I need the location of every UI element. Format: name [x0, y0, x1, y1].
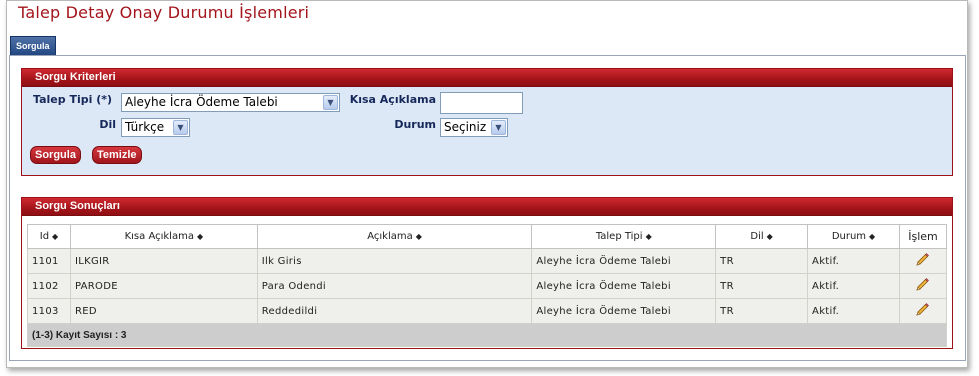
table-row[interactable]: 1101 ILKGIR Ilk Giris Aleyhe İcra Ödeme …: [27, 248, 948, 274]
sort-icon[interactable]: ◆: [869, 232, 875, 241]
cell-durum: Aktif.: [807, 273, 900, 299]
results-header: Sorgu Sonuçları: [22, 198, 952, 216]
column-header-islem: İşlem: [898, 224, 948, 249]
table-footer-row: (1-3) Kayıt Sayısı : 3: [27, 323, 947, 347]
results-table: Id ◆ Kısa Açıklama ◆ Açıklama ◆ Talep Tipi ◆…: [27, 224, 948, 347]
sort-icon[interactable]: ◆: [52, 232, 58, 241]
cell-aciklama: Para Odendi: [256, 273, 533, 299]
column-header-durum[interactable]: Durum ◆: [807, 224, 900, 249]
table-row[interactable]: 1102 PARODE Para Odendi Aleyhe İcra Ödem…: [27, 273, 948, 299]
record-count: (1-3) Kayıt Sayısı : 3: [27, 323, 947, 347]
cell-islem: [898, 248, 948, 274]
cell-aciklama: Ilk Giris: [256, 248, 533, 274]
talep-tipi-select[interactable]: Aleyhe İcra Ödeme Talebi ▼: [121, 93, 340, 112]
durum-label: Durum: [394, 118, 436, 131]
sort-icon[interactable]: ◆: [197, 232, 203, 241]
kisa-aciklama-input[interactable]: [440, 92, 523, 114]
cell-talep-tipi: Aleyhe İcra Ödeme Talebi: [531, 248, 717, 274]
cell-kisa-aciklama: RED: [69, 298, 258, 324]
column-header-id[interactable]: Id ◆: [27, 224, 71, 249]
cell-dil: TR: [715, 248, 809, 274]
dil-select[interactable]: Türkçe ▼: [121, 118, 190, 137]
cell-dil: TR: [715, 298, 809, 324]
cell-durum: Aktif.: [807, 298, 900, 324]
cell-kisa-aciklama: PARODE: [69, 273, 258, 299]
durum-select[interactable]: Seçiniz ▼: [440, 118, 508, 137]
cell-id: 1103: [27, 298, 71, 324]
chevron-down-icon[interactable]: ▼: [173, 120, 188, 135]
results-panel: Sorgu Sonuçları Id ◆ Kısa Açıklama ◆ Açıkl…: [21, 197, 953, 349]
pencil-icon[interactable]: [914, 277, 930, 293]
sorgula-button[interactable]: Sorgula: [30, 146, 81, 164]
temizle-button[interactable]: Temizle: [92, 146, 142, 164]
window-frame: Talep Detay Onay Durumu İşlemleri Sorgul…: [6, 0, 968, 368]
cell-dil: TR: [715, 273, 809, 299]
page-title: Talep Detay Onay Durumu İşlemleri: [18, 3, 310, 22]
cell-islem: [898, 273, 948, 299]
sort-icon[interactable]: ◆: [416, 232, 422, 241]
criteria-panel: Sorgu Kriterleri Talep Tipi (*) Aleyhe İ…: [21, 68, 953, 176]
pencil-icon[interactable]: [914, 302, 930, 318]
column-header-dil[interactable]: Dil ◆: [715, 224, 809, 249]
criteria-header: Sorgu Kriterleri: [22, 69, 952, 87]
kisa-aciklama-label: Kısa Açıklama: [349, 93, 436, 106]
cell-kisa-aciklama: ILKGIR: [69, 248, 258, 274]
talep-tipi-value: Aleyhe İcra Ödeme Talebi: [125, 95, 278, 109]
table-header-row: Id ◆ Kısa Açıklama ◆ Açıklama ◆ Talep Tipi ◆…: [27, 224, 948, 249]
cell-id: 1102: [27, 273, 71, 299]
chevron-down-icon[interactable]: ▼: [323, 95, 338, 110]
tab-panel: Sorgu Kriterleri Talep Tipi (*) Aleyhe İ…: [9, 55, 966, 361]
cell-durum: Aktif.: [807, 248, 900, 274]
cell-talep-tipi: Aleyhe İcra Ödeme Talebi: [531, 273, 717, 299]
tab-sorgula[interactable]: Sorgula: [10, 36, 56, 56]
cell-islem: [898, 298, 948, 324]
dil-value: Türkçe: [125, 120, 165, 134]
column-header-kisa-aciklama[interactable]: Kısa Açıklama ◆: [69, 224, 258, 249]
table-row[interactable]: 1103 RED Reddedildi Aleyhe İcra Ödeme Ta…: [27, 298, 948, 324]
sort-icon[interactable]: ◆: [646, 232, 652, 241]
column-header-talep-tipi[interactable]: Talep Tipi ◆: [531, 224, 717, 249]
column-header-aciklama[interactable]: Açıklama ◆: [256, 224, 533, 249]
cell-id: 1101: [27, 248, 71, 274]
dil-label: Dil: [99, 118, 116, 131]
talep-tipi-label: Talep Tipi (*): [33, 93, 112, 106]
cell-talep-tipi: Aleyhe İcra Ödeme Talebi: [531, 298, 717, 324]
sort-icon[interactable]: ◆: [767, 232, 773, 241]
cell-aciklama: Reddedildi: [256, 298, 533, 324]
chevron-down-icon[interactable]: ▼: [491, 120, 506, 135]
durum-value: Seçiniz: [444, 120, 487, 134]
pencil-icon[interactable]: [914, 252, 930, 268]
